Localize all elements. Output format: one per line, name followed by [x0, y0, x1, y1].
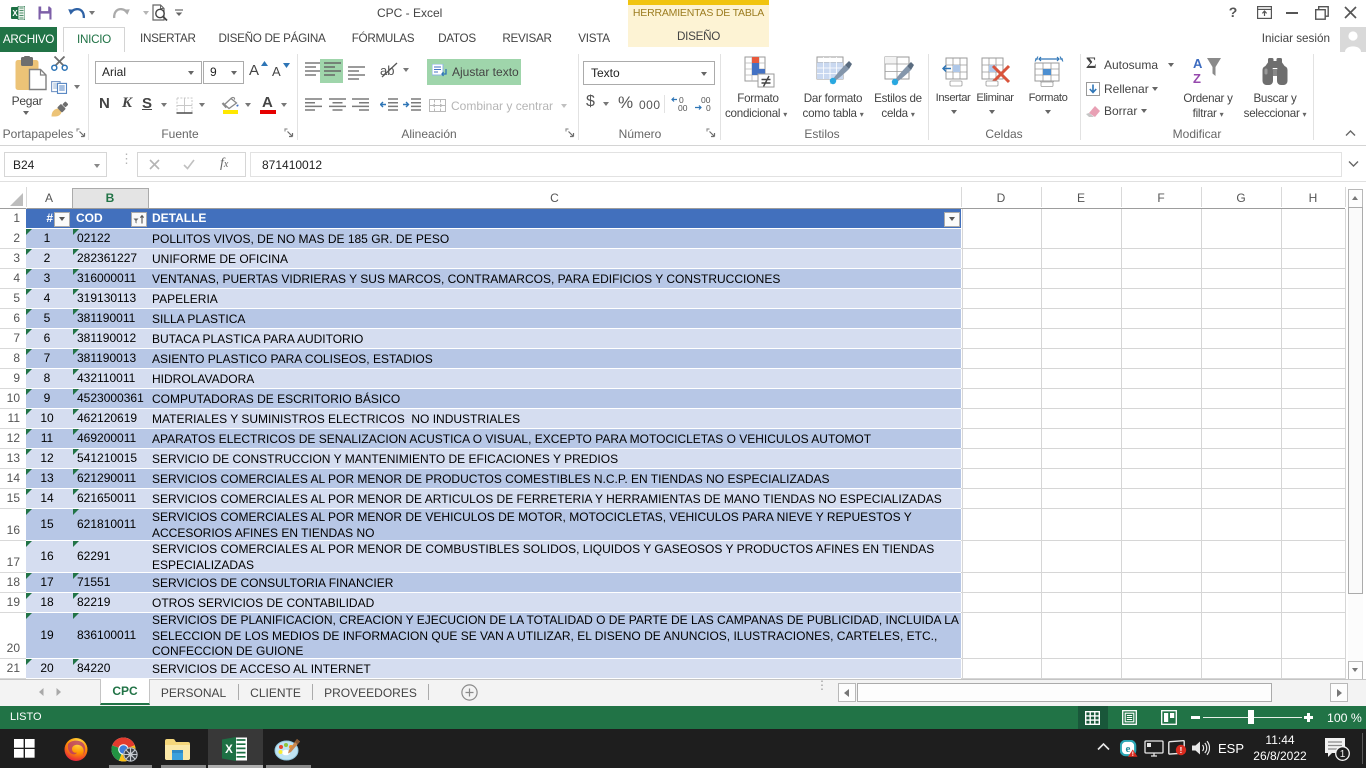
- svg-text:00: 00: [678, 103, 688, 112]
- svg-text:!: !: [1132, 751, 1134, 757]
- svg-text:X: X: [12, 9, 18, 18]
- svg-text:0: 0: [706, 103, 711, 112]
- svg-text:X: X: [225, 744, 233, 756]
- svg-text:ab: ab: [380, 63, 394, 78]
- svg-text:Z: Z: [1193, 71, 1201, 86]
- svg-text:!: !: [1180, 746, 1183, 755]
- svg-text:1: 1: [1340, 749, 1346, 760]
- svg-text:e: e: [1126, 743, 1131, 755]
- svg-text:A: A: [1193, 56, 1203, 71]
